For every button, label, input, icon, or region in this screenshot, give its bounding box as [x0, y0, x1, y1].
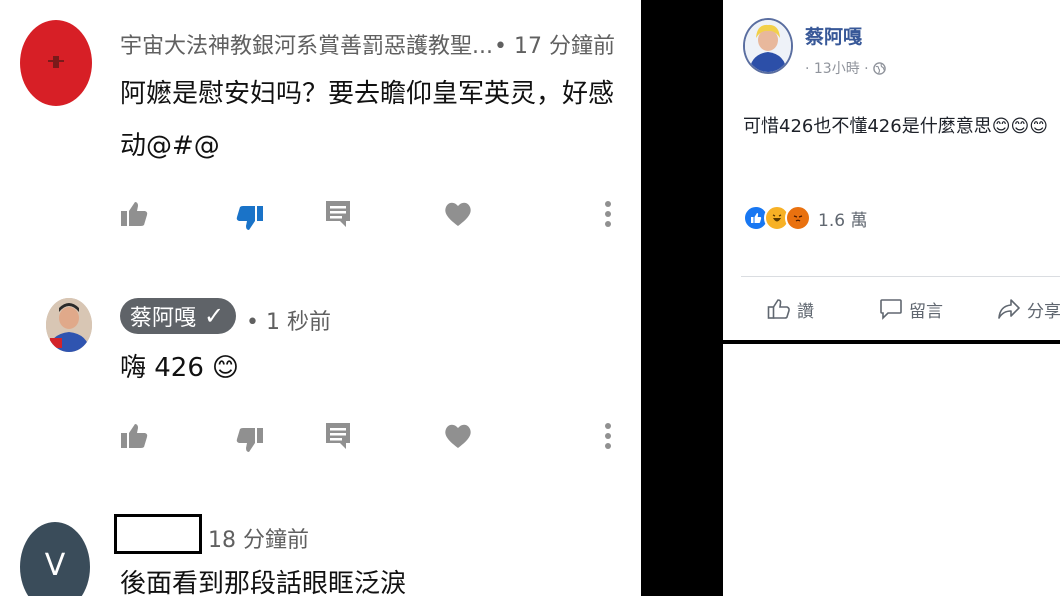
comment-button[interactable]: 留言: [879, 294, 943, 324]
comment-actions: [0, 418, 641, 458]
thumbs-up-outline-icon: [767, 299, 790, 319]
like-label: 讚: [797, 301, 814, 322]
share-arrow-icon: [998, 299, 1020, 319]
facebook-post-panel: 蔡阿嘎 · 13小時 · 可惜426也不懂426是什麼意思😊😊😊 1.6 萬 讚: [723, 0, 1060, 596]
comment-bubble-icon: [880, 299, 902, 320]
divider: [741, 276, 1060, 277]
heart-icon: [445, 202, 471, 226]
comment-text-line: 动@#@: [120, 131, 220, 161]
heart-button[interactable]: [440, 418, 476, 454]
reaction-summary[interactable]: 1.6 萬: [743, 205, 867, 231]
reply-button[interactable]: [320, 196, 356, 232]
more-icon: [605, 423, 611, 449]
avatar-letter: V: [44, 548, 66, 583]
reply-icon: [326, 423, 350, 449]
comment-actions: [0, 196, 641, 236]
comment-text: 阿嬷是慰安妇吗？要去瞻仰皇军英灵，好感 动@#@: [120, 68, 614, 172]
more-icon: [605, 201, 611, 227]
like-button[interactable]: [116, 418, 152, 454]
avatar[interactable]: [20, 20, 92, 106]
comment-time[interactable]: • 1 秒前: [246, 304, 331, 336]
avatar[interactable]: [46, 298, 92, 352]
share-button[interactable]: 分享: [997, 294, 1060, 324]
heart-icon: [445, 424, 471, 448]
comment-time[interactable]: 18 分鐘前: [208, 522, 309, 554]
dislike-icon: [236, 428, 263, 452]
dislike-button[interactable]: [232, 422, 268, 458]
comment-time[interactable]: • 17 分鐘前: [494, 28, 615, 60]
share-label: 分享: [1027, 301, 1060, 322]
comment-text: 嗨 426 😊: [120, 342, 239, 394]
emblem-icon: [48, 56, 64, 68]
user-avatar-icon: [46, 298, 92, 352]
reaction-count: 1.6 萬: [818, 210, 868, 231]
panel-border: [723, 340, 1060, 344]
comment-text-line: 阿嬷是慰安妇吗？要去瞻仰皇军英灵，好感: [120, 79, 615, 109]
comment-text-body: 嗨 426: [120, 353, 204, 383]
globe-icon: [873, 62, 886, 75]
post-time-text: · 13小時 ·: [805, 61, 869, 77]
post-text: 可惜426也不懂426是什麼意思😊😊😊: [743, 116, 1049, 137]
reply-icon: [326, 201, 350, 227]
like-icon: [121, 424, 148, 448]
facebook-post: 蔡阿嘎 · 13小時 · 可惜426也不懂426是什麼意思😊😊😊 1.6 萬 讚: [723, 0, 1060, 340]
smile-emoji-icon: 😊: [211, 353, 240, 383]
post-author[interactable]: 蔡阿嘎: [805, 22, 862, 49]
comment-text: 後面看到那段話眼眶泛淚: [120, 569, 407, 596]
like-button[interactable]: [116, 196, 152, 232]
comment-author: 蔡阿嘎: [130, 306, 197, 331]
youtube-comments-panel: 宇宙大法神教銀河系賞善罰惡護教聖... • 17 分鐘前 阿嬷是慰安妇吗？要去瞻…: [0, 0, 641, 596]
verified-author-chip[interactable]: 蔡阿嘎 ✓: [120, 298, 237, 334]
divider-bar: [641, 0, 723, 596]
more-button[interactable]: [590, 196, 626, 232]
comment-author[interactable]: 宇宙大法神教銀河系賞善罰惡護教聖...: [120, 28, 493, 60]
redacted-author-box: [114, 514, 202, 554]
dislike-icon: [236, 206, 263, 230]
profile-photo-icon: [745, 20, 791, 72]
comment-label: 留言: [909, 301, 943, 322]
reply-button[interactable]: [320, 418, 356, 454]
more-button[interactable]: [590, 418, 626, 454]
dislike-button[interactable]: [232, 200, 268, 236]
avatar[interactable]: V: [20, 522, 90, 596]
heart-button[interactable]: [440, 196, 476, 232]
like-icon: [121, 202, 148, 226]
post-timestamp[interactable]: · 13小時 ·: [805, 58, 886, 78]
avatar[interactable]: [743, 18, 793, 74]
like-button[interactable]: 讚: [767, 294, 814, 324]
verified-check-icon: ✓: [204, 302, 225, 330]
angry-reaction-icon: [785, 205, 811, 231]
